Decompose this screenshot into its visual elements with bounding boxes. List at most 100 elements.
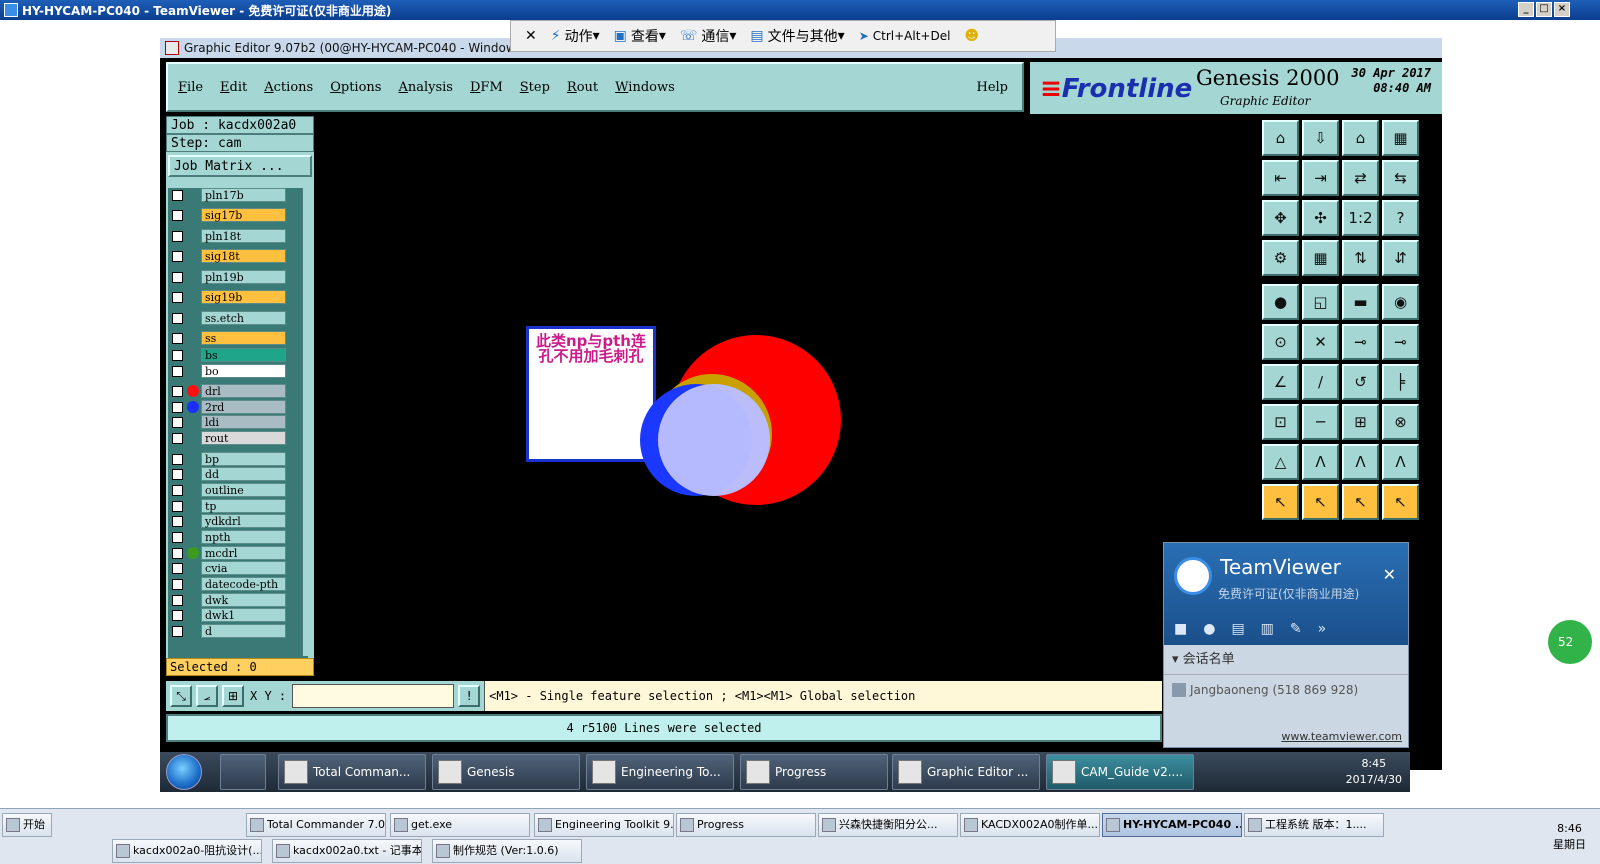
tool-icon[interactable]: ⊸ xyxy=(1382,324,1419,360)
taskbar-progress[interactable]: Progress xyxy=(740,754,888,790)
taskbar-cam-guide[interactable]: CAM_Guide v2.... xyxy=(1046,754,1194,790)
layer-checkbox[interactable] xyxy=(172,484,183,496)
layer-checkbox[interactable] xyxy=(172,365,183,377)
layer-row[interactable]: bo xyxy=(172,364,286,378)
layer-row[interactable]: dd xyxy=(172,467,286,481)
layer-checkbox[interactable] xyxy=(172,250,183,262)
tool-icon[interactable]: ✕ xyxy=(1302,324,1339,360)
layer-checkbox[interactable] xyxy=(172,531,183,543)
tool-icon[interactable]: ⇩ xyxy=(1302,120,1339,156)
remote-start-button[interactable] xyxy=(166,754,202,790)
tool-icon[interactable]: ⊸ xyxy=(1342,324,1379,360)
layer-row[interactable]: sig18t xyxy=(172,249,286,263)
menu-analysis[interactable]: Analysis xyxy=(398,80,453,95)
close-session-icon[interactable]: ✕ xyxy=(525,28,537,44)
tool-icon[interactable]: ▦ xyxy=(1302,240,1339,276)
local-engineering-system[interactable]: 工程系统 版本：1.... xyxy=(1244,813,1384,837)
layer-row[interactable]: drl xyxy=(172,384,286,398)
grid-button[interactable]: ⊞ xyxy=(222,685,244,707)
layer-checkbox[interactable] xyxy=(172,312,183,324)
tool-icon[interactable]: ⚙ xyxy=(1262,240,1299,276)
layer-checkbox[interactable] xyxy=(172,594,183,606)
taskbar-total-commander[interactable]: Total Comman... xyxy=(278,754,426,790)
tool-icon[interactable]: ↖ xyxy=(1382,484,1419,520)
session-list-header[interactable]: ▾ 会话名单 xyxy=(1164,645,1408,675)
tool-icon[interactable]: ✥ xyxy=(1262,200,1299,236)
tool-icon[interactable]: ↖ xyxy=(1262,484,1299,520)
info-button[interactable]: ! xyxy=(458,685,481,707)
layer-checkbox[interactable] xyxy=(172,349,183,361)
tool-icon[interactable]: ╞ xyxy=(1382,364,1419,400)
close-button[interactable]: × xyxy=(1554,2,1570,17)
layer-checkbox[interactable] xyxy=(172,562,183,574)
layer-checkbox[interactable] xyxy=(172,547,183,559)
layer-checkbox[interactable] xyxy=(172,468,183,480)
layer-row[interactable]: d xyxy=(172,624,286,638)
job-matrix-button[interactable]: Job Matrix ... xyxy=(168,155,312,177)
xy-input[interactable] xyxy=(292,684,455,708)
local-progress[interactable]: Progress xyxy=(676,813,816,837)
tool-icon[interactable]: ▦ xyxy=(1382,120,1419,156)
side-badge[interactable]: 52 xyxy=(1548,620,1592,664)
files-menu[interactable]: ▤ 文件与其他 ▾ xyxy=(750,26,844,46)
layer-row[interactable]: pln18t xyxy=(172,229,286,243)
tool-icon[interactable]: ∕ xyxy=(1302,364,1339,400)
layer-checkbox[interactable] xyxy=(172,271,183,283)
layer-row[interactable]: rout xyxy=(172,431,286,445)
local-spec[interactable]: 制作规范 (Ver:1.0.6) xyxy=(432,839,582,863)
layer-row[interactable]: npth xyxy=(172,530,286,544)
tool-icon[interactable]: ⌂ xyxy=(1262,120,1299,156)
tool-icon[interactable]: Λ xyxy=(1342,444,1379,480)
snap-button[interactable]: ⤡ xyxy=(170,685,192,707)
layer-checkbox[interactable] xyxy=(172,291,183,303)
menu-windows[interactable]: Windows xyxy=(615,80,675,95)
layer-row[interactable]: pln17b xyxy=(172,188,286,202)
teamviewer-link[interactable]: www.teamviewer.com xyxy=(1281,730,1402,743)
layer-row[interactable]: sig19b xyxy=(172,290,286,304)
close-panel-button[interactable]: ✕ xyxy=(1383,565,1396,584)
local-teamviewer-session[interactable]: HY-HYCAM-PC040 ... xyxy=(1102,813,1242,837)
tool-icon[interactable]: Λ xyxy=(1382,444,1419,480)
local-xingsen[interactable]: 兴森快捷衡阳分公... xyxy=(818,813,958,837)
layer-checkbox[interactable] xyxy=(172,515,183,527)
layer-row[interactable]: datecode-pth xyxy=(172,577,286,591)
graphic-canvas[interactable]: 此类np与pth连孔不用加毛刺孔 xyxy=(316,116,1259,678)
tool-icon[interactable]: △ xyxy=(1262,444,1299,480)
layer-row[interactable]: cvia xyxy=(172,561,286,575)
actions-menu[interactable]: ⚡ 动作 ▾ xyxy=(551,26,600,46)
tool-icon[interactable]: ⇤ xyxy=(1262,160,1299,196)
ctrl-alt-del-button[interactable]: ➤ Ctrl+Alt+Del xyxy=(859,29,951,43)
layer-checkbox[interactable] xyxy=(172,230,183,242)
tool-icon[interactable]: ▬ xyxy=(1342,284,1379,320)
panel-tools[interactable]: ■●▤▥✎» xyxy=(1174,621,1342,637)
tool-icon[interactable]: ⇅ xyxy=(1342,240,1379,276)
tool-icon[interactable]: ⊙ xyxy=(1262,324,1299,360)
communicate-menu[interactable]: ☏ 通信 ▾ xyxy=(680,26,737,46)
layer-checkbox[interactable] xyxy=(172,500,183,512)
tool-icon[interactable]: ⇵ xyxy=(1382,240,1419,276)
tool-icon[interactable]: ∠ xyxy=(1262,364,1299,400)
tool-icon[interactable]: ⇆ xyxy=(1382,160,1419,196)
tool-icon[interactable]: ↖ xyxy=(1342,484,1379,520)
taskbar-graphic-editor[interactable]: Graphic Editor ... xyxy=(892,754,1040,790)
menu-file[interactable]: File xyxy=(178,80,203,95)
maximize-button[interactable]: □ xyxy=(1536,2,1552,17)
layer-checkbox[interactable] xyxy=(172,609,183,621)
tool-icon[interactable]: ↺ xyxy=(1342,364,1379,400)
menu-step[interactable]: Step xyxy=(520,80,550,95)
shell-icon[interactable] xyxy=(220,754,266,790)
menu-options[interactable]: Options xyxy=(330,80,381,95)
layer-checkbox[interactable] xyxy=(172,332,183,344)
tool-icon[interactable]: ✣ xyxy=(1302,200,1339,236)
tool-icon[interactable]: ⌂ xyxy=(1342,120,1379,156)
local-impedance-design[interactable]: kacdx002a0-阻抗设计(... xyxy=(112,839,262,863)
tool-icon[interactable]: ◱ xyxy=(1302,284,1339,320)
session-user[interactable]: Jangbaoneng (518 869 928) xyxy=(1164,675,1408,705)
layer-checkbox[interactable] xyxy=(172,401,183,413)
local-kacdx-order[interactable]: KACDX002A0制作单... xyxy=(960,813,1100,837)
layer-checkbox[interactable] xyxy=(172,453,183,465)
menu-dfm[interactable]: DFM xyxy=(470,80,503,95)
layer-checkbox[interactable] xyxy=(172,209,183,221)
layer-row[interactable]: pln19b xyxy=(172,270,286,284)
layer-row[interactable]: ydkdrl xyxy=(172,514,286,528)
